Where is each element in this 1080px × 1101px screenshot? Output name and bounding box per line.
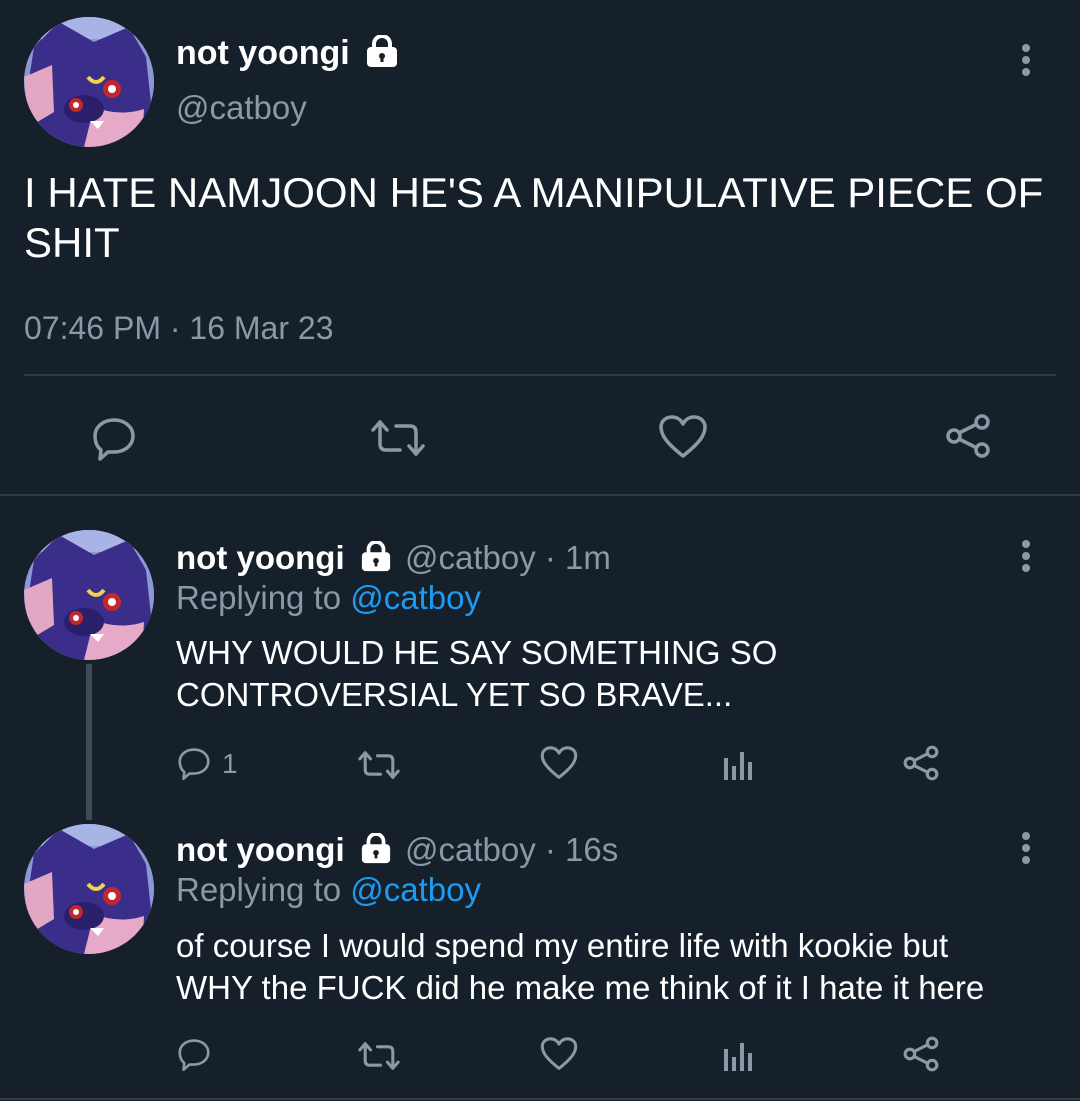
divider — [24, 374, 1056, 376]
divider — [0, 1098, 1080, 1100]
handle-time[interactable]: @catboy · 16s — [405, 831, 618, 868]
reply-icon[interactable] — [176, 1036, 212, 1072]
like-icon[interactable] — [658, 414, 708, 460]
avatar-image — [24, 824, 154, 954]
display-name[interactable]: not yoongi — [176, 34, 350, 72]
thread-line — [86, 664, 92, 820]
share-icon[interactable] — [902, 744, 940, 782]
share-icon[interactable] — [902, 1035, 940, 1073]
tweet-text: I HATE NAMJOON HE'S A MANIPULATIVE PIECE… — [24, 168, 1064, 268]
reply-text-line: WHY WOULD HE SAY SOMETHING SO — [176, 634, 778, 671]
reply-text: of course I would spend my entire life w… — [176, 925, 984, 1009]
more-options-icon[interactable] — [1021, 832, 1031, 868]
replying-to-handle[interactable]: @catboy — [350, 871, 481, 908]
reply-count: 1 — [222, 748, 238, 779]
replying-to-label: Replying to — [176, 579, 351, 616]
reply-text: WHY WOULD HE SAY SOMETHING SO CONTROVERS… — [176, 632, 777, 716]
reply-text-line: WHY the FUCK did he make me think of it … — [176, 969, 985, 1006]
retweet-icon[interactable] — [356, 1040, 402, 1072]
lock-icon — [361, 833, 390, 864]
main-display-name-row: not yoongi — [176, 30, 399, 76]
replying-to: Replying to @catboy — [176, 576, 481, 620]
reply-header: not yoongi @catboy · 1m — [176, 536, 611, 580]
retweet-icon[interactable] — [356, 749, 402, 781]
divider — [0, 494, 1080, 496]
handle[interactable]: @catboy — [176, 86, 307, 130]
handle-time[interactable]: @catboy · 1m — [405, 539, 611, 576]
avatar[interactable] — [24, 530, 154, 660]
reply-icon[interactable] — [90, 414, 138, 462]
reply-text-line: CONTROVERSIAL YET SO BRAVE... — [176, 676, 733, 713]
more-options-icon[interactable] — [1021, 44, 1031, 80]
avatar[interactable] — [24, 824, 154, 954]
avatar-image — [24, 17, 154, 147]
timestamp[interactable]: 07:46 PM · 16 Mar 23 — [24, 307, 333, 349]
reply-text-line: of course I would spend my entire life w… — [176, 927, 949, 964]
retweet-icon[interactable] — [368, 418, 428, 458]
like-icon[interactable] — [540, 745, 578, 781]
avatar-image — [24, 530, 154, 660]
lock-icon — [361, 541, 390, 572]
lock-icon — [367, 35, 398, 68]
more-options-icon[interactable] — [1021, 540, 1031, 576]
share-icon[interactable] — [944, 412, 992, 460]
reply-icon[interactable] — [176, 745, 212, 781]
analytics-icon[interactable] — [722, 748, 754, 780]
analytics-icon[interactable] — [722, 1039, 754, 1071]
like-icon[interactable] — [540, 1036, 578, 1072]
reply-header: not yoongi @catboy · 16s — [176, 828, 618, 872]
tweet-text-line: SHIT — [24, 219, 120, 266]
display-name[interactable]: not yoongi — [176, 539, 345, 576]
replying-to-handle[interactable]: @catboy — [350, 579, 481, 616]
replying-to: Replying to @catboy — [176, 868, 481, 912]
display-name[interactable]: not yoongi — [176, 831, 345, 868]
avatar[interactable] — [24, 17, 154, 147]
tweet-text-line: I HATE NAMJOON HE'S A MANIPULATIVE PIECE… — [24, 169, 1044, 216]
replying-to-label: Replying to — [176, 871, 351, 908]
